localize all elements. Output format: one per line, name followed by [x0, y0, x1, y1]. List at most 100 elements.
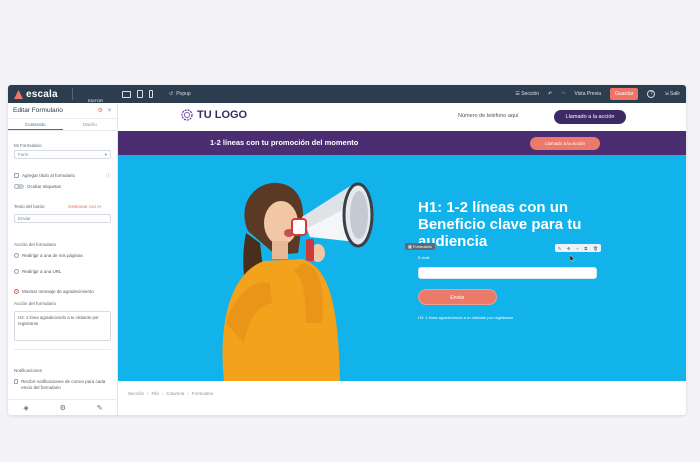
promo-bar[interactable]: 1-2 líneas con tu promoción del momento … — [118, 131, 686, 155]
checkbox-box — [14, 173, 19, 178]
site-logo-text: TU LOGO — [197, 109, 248, 121]
button-text-label: Texto del botón — [14, 204, 45, 209]
preview-button[interactable]: Vista Previa — [574, 91, 601, 97]
promo-cta-button[interactable]: Llamado a la acción — [530, 137, 600, 150]
radio-circle — [14, 269, 19, 274]
header-cta-button[interactable]: Llamado a la acción — [554, 110, 626, 124]
redirect-url-label: Redirigir a una URL — [22, 269, 62, 274]
site-logo[interactable]: TU LOGO — [181, 109, 247, 121]
form-action-label: Acción del formulario — [14, 242, 57, 247]
layers-icon[interactable]: ◈ — [23, 404, 28, 412]
duplicate-icon[interactable]: ⧉ — [584, 246, 587, 251]
checkbox-box — [14, 379, 19, 384]
delete-icon[interactable]: 🗑 — [593, 246, 598, 251]
form-element-toolbar: ✎ ✥ + ⧉ 🗑 — [555, 244, 601, 252]
divider — [14, 349, 111, 350]
gear-icon[interactable]: ⚙ — [60, 404, 66, 412]
toolbar-divider — [72, 88, 73, 100]
sidebar-header: Editar Formulario ⚙ ✕ EDITOR — [8, 98, 117, 119]
chevron-down-icon: ▾ — [104, 152, 107, 157]
hero-section[interactable]: H1: 1-2 líneas con un Beneficio clave pa… — [118, 155, 686, 381]
site-phone: Número de teléfono aquí — [458, 113, 519, 119]
promo-text: 1-2 líneas con tu promoción del momento — [210, 138, 359, 147]
popup-icon: ↺ — [169, 91, 174, 97]
email-label: E-mail — [418, 255, 430, 260]
breadcrumb-item-form[interactable]: Formulario — [192, 391, 214, 396]
brush-icon[interactable]: ✎ — [97, 404, 103, 412]
breadcrumb-separator: › — [187, 391, 189, 396]
woman-megaphone-image — [222, 182, 374, 381]
mobile-icon[interactable] — [149, 90, 153, 98]
tablet-icon[interactable] — [137, 90, 143, 98]
escala-logo-icon — [14, 89, 23, 99]
form-type-label: Mi Formulario — [14, 143, 42, 148]
show-thanks-radio[interactable]: Mostrar mensaje de agradecimiento — [14, 289, 94, 294]
tab-content[interactable]: Contenido — [8, 119, 63, 130]
app-logo: escala — [14, 85, 58, 103]
breadcrumb-separator: › — [147, 391, 149, 396]
top-toolbar: escala ↺ Popup ☰ Sección ↶ ↷ Vista Previ… — [8, 85, 686, 103]
ai-assist-link[interactable]: Gestionar con IA — [68, 204, 102, 209]
form-icon: ▦ — [408, 244, 412, 249]
sidebar-title: Editar Formulario — [13, 107, 63, 114]
radio-circle — [14, 253, 19, 258]
sections-button[interactable]: ☰ Sección — [515, 91, 539, 97]
save-button[interactable]: Guardar — [610, 88, 639, 100]
sidebar-footer: ◈ ⚙ ✎ — [8, 399, 118, 415]
exit-label: Salir — [669, 91, 680, 97]
form-type-select[interactable]: Form ▾ — [14, 150, 111, 159]
email-input[interactable] — [418, 267, 597, 279]
info-icon: ⓘ — [106, 173, 112, 179]
toolbar-right: ☰ Sección ↶ ↷ Vista Previa Guardar ? ⇲ S… — [515, 85, 680, 103]
tab-design[interactable]: Diseño — [63, 119, 118, 130]
redirect-page-label: Redirigir a una de mis páginas — [22, 253, 83, 258]
properties-sidebar: Editar Formulario ⚙ ✕ EDITOR Contenido D… — [8, 98, 118, 415]
notifications-label: Notificaciones — [14, 368, 43, 373]
drag-icon[interactable]: ✥ — [567, 246, 570, 251]
thanks-action-label: Acción del formulario — [14, 301, 57, 306]
submit-button[interactable]: Enviar — [418, 289, 497, 305]
exit-button[interactable]: ⇲ Salir — [664, 91, 680, 97]
popup-button[interactable]: ↺ Popup — [169, 85, 191, 103]
editor-window: escala ↺ Popup ☰ Sección ↶ ↷ Vista Previ… — [8, 85, 686, 415]
form-tag-label: Formulario — [412, 244, 433, 249]
hero-title[interactable]: H1: 1-2 líneas con un Beneficio clave pa… — [418, 199, 608, 250]
form-tag[interactable]: ▦ Formulario — [405, 243, 436, 250]
breadcrumb-separator: › — [161, 391, 164, 396]
breadcrumb-item-row[interactable]: Fila — [152, 391, 159, 396]
desktop-icon[interactable] — [122, 90, 131, 98]
form-type-value: Form — [18, 152, 29, 157]
notifications-check-label: Recibir notificaciones de correo para ca… — [21, 379, 106, 390]
page-canvas: TU LOGO Número de teléfono aquí Llamado … — [118, 103, 686, 415]
sidebar-tabs: Contenido Diseño — [8, 119, 117, 131]
breadcrumb-item-section[interactable]: Sección — [128, 391, 144, 396]
edit-icon[interactable]: ✎ — [558, 246, 561, 251]
settings-icon[interactable]: ⚙ — [98, 107, 103, 114]
thanks-message-textarea[interactable]: H3: 1 línea agradeciendo a tu visitante … — [14, 311, 111, 341]
popup-label: Popup — [176, 91, 191, 97]
redo-icon[interactable]: ↷ — [561, 91, 565, 97]
swirl-logo-icon — [181, 109, 193, 121]
close-icon[interactable]: ✕ — [107, 107, 112, 114]
breadcrumb-item-column[interactable]: Columna — [166, 391, 184, 396]
device-switcher — [122, 85, 153, 103]
help-icon[interactable]: ? — [647, 90, 656, 98]
button-text-input[interactable]: Enviar — [14, 214, 111, 223]
editor-label: EDITOR — [88, 98, 104, 103]
hide-labels-label: Ocultar etiquetas — [27, 184, 62, 189]
hide-labels-toggle[interactable]: Ocultar etiquetas — [14, 184, 61, 189]
notifications-checkbox[interactable]: Recibir notificaciones de correo para ca… — [14, 379, 112, 391]
site-header[interactable]: TU LOGO Número de teléfono aquí Llamado … — [118, 103, 686, 129]
redirect-page-radio[interactable]: Redirigir a una de mis páginas — [14, 253, 83, 258]
radio-circle-selected — [14, 289, 19, 294]
add-title-label: Agregar título al formulario — [22, 173, 76, 178]
app-logo-text: escala — [26, 88, 58, 100]
redirect-url-radio[interactable]: Redirigir a una URL — [14, 269, 62, 274]
add-title-checkbox[interactable]: Agregar título al formulario — [14, 173, 75, 178]
sections-label: Sección — [521, 91, 540, 97]
add-icon[interactable]: + — [576, 246, 578, 251]
mouse-cursor-icon — [570, 255, 575, 262]
toggle-switch — [14, 184, 24, 189]
undo-icon[interactable]: ↶ — [548, 91, 552, 97]
thanks-message: H3: 1 línea agradeciendo a tu visitante … — [418, 315, 514, 320]
